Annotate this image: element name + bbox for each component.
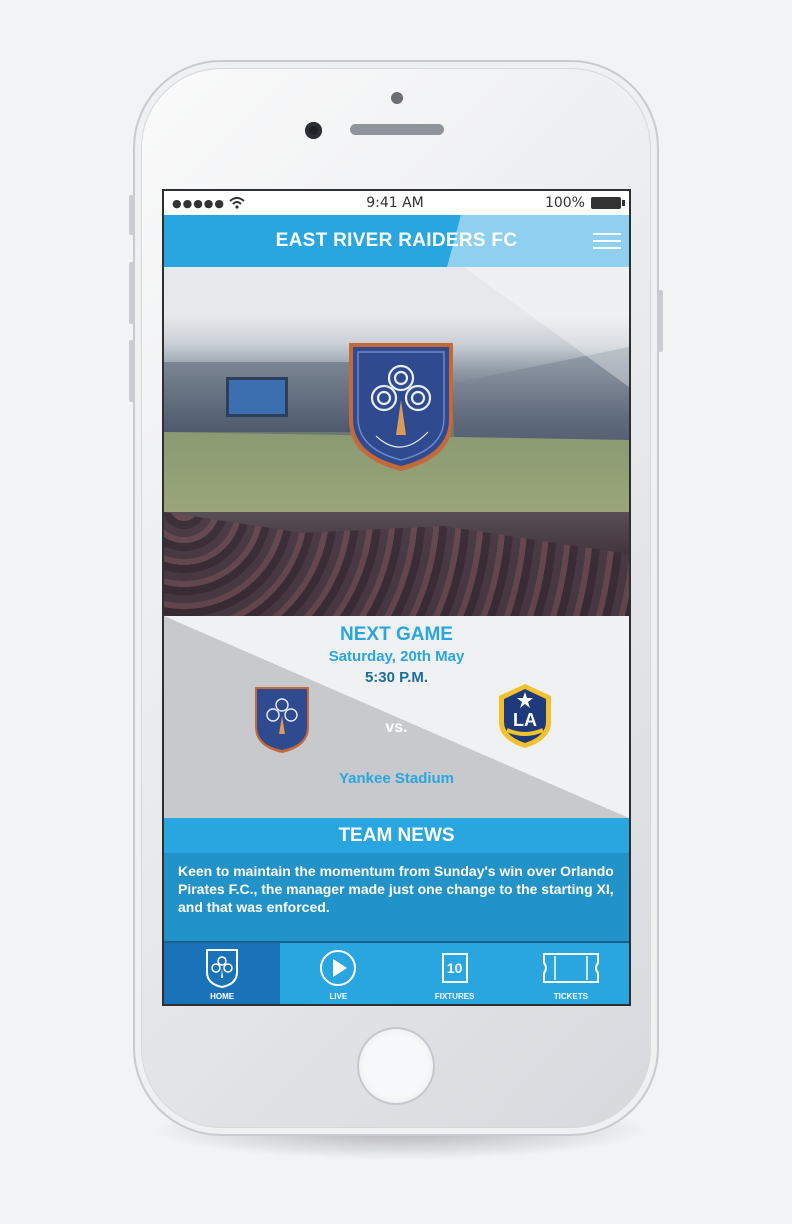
- tab-live[interactable]: LIVE: [280, 943, 396, 1004]
- status-time: 9:41 AM: [366, 195, 424, 211]
- app-title: EAST RIVER RAIDERS FC: [275, 230, 518, 251]
- next-game-title: NEXT GAME: [340, 624, 453, 645]
- club-crest-icon: [349, 343, 453, 471]
- volume-up-button: [129, 262, 134, 324]
- signal-indicator: ●●●●●: [172, 197, 245, 210]
- tab-fixtures[interactable]: 10 FIXTURES: [397, 943, 513, 1004]
- away-team-crest-icon: LA: [499, 684, 551, 748]
- next-game-time: 5:30 P.M.: [364, 669, 429, 686]
- battery-icon: [590, 197, 625, 209]
- tab-live-label: LIVE: [329, 991, 348, 1001]
- battery-percent: 100%: [544, 195, 585, 211]
- next-game-panel[interactable]: NEXT GAME Saturday, 20th May 5:30 P.M. v…: [164, 616, 629, 818]
- status-bar: ●●●●● 9:41 AM 100%: [164, 191, 629, 215]
- away-team-crest-text: LA: [513, 710, 537, 730]
- versus-label: vs.: [385, 719, 408, 736]
- hero-stadium-image: [164, 267, 629, 616]
- next-game-date: Saturday, 20th May: [328, 648, 465, 665]
- calendar-icon: 10: [441, 952, 468, 983]
- play-icon: [320, 949, 357, 986]
- tab-home[interactable]: HOME: [164, 943, 281, 1004]
- ticket-icon: [542, 952, 599, 983]
- team-news-header: TEAM NEWS: [164, 818, 629, 853]
- tab-fixtures-label: FIXTURES: [434, 991, 475, 1001]
- wifi-icon: [229, 197, 245, 209]
- bottom-tab-bar: HOME LIVE 10 FIXTURES TICKETS: [164, 941, 629, 1004]
- proximity-sensor: [391, 92, 403, 104]
- earpiece-speaker: [350, 124, 444, 135]
- tab-tickets[interactable]: TICKETS: [513, 943, 629, 1004]
- app-header: EAST RIVER RAIDERS FC: [164, 215, 629, 267]
- tab-home-label: HOME: [210, 991, 235, 1001]
- mute-switch: [129, 195, 134, 235]
- crest-icon: [206, 948, 239, 988]
- team-news-title: TEAM NEWS: [338, 824, 455, 846]
- app-screen: ●●●●● 9:41 AM 100% EAST RIVER RAIDERS FC: [164, 191, 629, 1004]
- hamburger-menu-icon[interactable]: [593, 233, 621, 249]
- power-button: [658, 290, 663, 352]
- tab-tickets-label: TICKETS: [553, 991, 588, 1001]
- front-camera: [305, 122, 322, 139]
- volume-down-button: [129, 340, 134, 402]
- home-button[interactable]: [357, 1027, 435, 1105]
- signal-strength: ●●●●●: [172, 196, 225, 210]
- team-news-body[interactable]: Keen to maintain the momentum from Sunda…: [164, 853, 629, 941]
- next-game-venue: Yankee Stadium: [338, 770, 455, 787]
